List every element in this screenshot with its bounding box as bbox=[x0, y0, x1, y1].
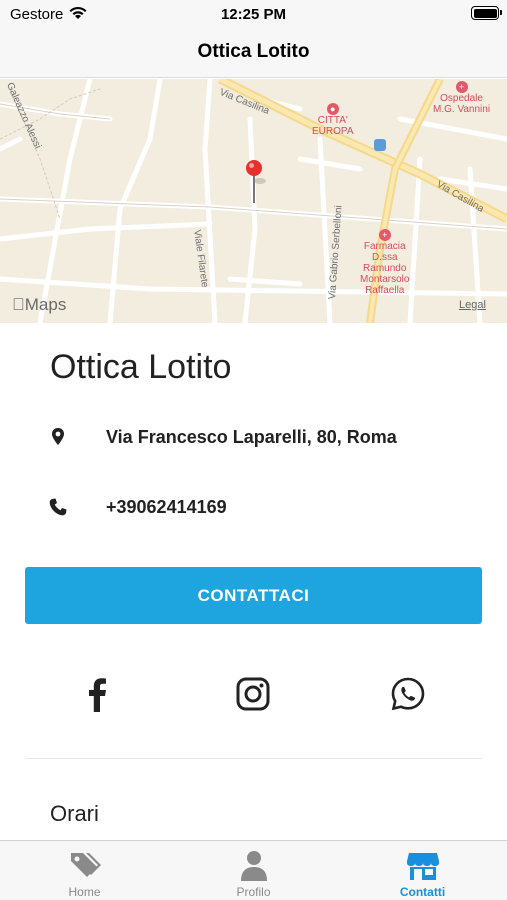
poi-label: Montarsolo bbox=[360, 274, 410, 285]
page-title: Ottica Lotito bbox=[197, 41, 310, 62]
poi-farmacia[interactable]: + Farmacia D.ssa Ramundo Montarsolo Raff… bbox=[360, 229, 409, 296]
address-text: Via Francesco Laparelli, 80, Roma bbox=[106, 427, 397, 447]
poi-label: Ospedale bbox=[440, 93, 483, 104]
contact-button[interactable]: CONTATTACI bbox=[25, 567, 482, 624]
store-name: Ottica Lotito bbox=[50, 348, 232, 386]
apple-maps-logo: Maps bbox=[12, 295, 66, 314]
poi-citta-europa[interactable]: ● CITTA' EUROPA bbox=[312, 103, 354, 137]
map-view[interactable]: Via Casilina Via Casilina Viale Filarete… bbox=[0, 79, 507, 323]
poi-label: EUROPA bbox=[312, 126, 354, 137]
poi-label: Raffaella bbox=[365, 285, 405, 296]
poi-label: Farmacia bbox=[363, 241, 406, 252]
tab-profile[interactable]: Profilo bbox=[169, 841, 338, 900]
person-icon bbox=[241, 851, 267, 881]
store-icon bbox=[407, 853, 439, 880]
phone-row[interactable]: +39062414169 bbox=[48, 493, 488, 523]
pharmacy-icon: + bbox=[378, 229, 391, 241]
address-row[interactable]: Via Francesco Laparelli, 80, Roma bbox=[48, 423, 488, 453]
tab-label: Profilo bbox=[236, 885, 271, 899]
tab-label: Contatti bbox=[399, 885, 446, 899]
poi-label: CITTA' bbox=[317, 115, 348, 126]
tab-contacts[interactable]: Contatti bbox=[338, 841, 507, 900]
battery-icon bbox=[471, 6, 502, 20]
poi-ospedale[interactable]: + Ospedale M.G. Vannini bbox=[433, 81, 490, 115]
map-pin-icon[interactable] bbox=[244, 159, 268, 207]
status-bar: Gestore 12:25 PM bbox=[0, 0, 507, 28]
hospital-icon: + bbox=[455, 81, 468, 93]
tab-bar: Home Profilo Contatti bbox=[0, 840, 507, 900]
hours-section-title: Orari bbox=[50, 801, 99, 826]
phone-text: +39062414169 bbox=[106, 497, 227, 517]
tags-icon bbox=[71, 853, 101, 877]
instagram-icon[interactable] bbox=[235, 676, 271, 712]
facebook-icon[interactable] bbox=[80, 676, 116, 712]
legal-link[interactable]: Legal bbox=[459, 299, 486, 311]
location-pin-icon bbox=[52, 428, 64, 445]
phone-icon bbox=[49, 498, 67, 516]
shopping-bag-icon: ● bbox=[326, 103, 339, 115]
section-divider bbox=[25, 758, 482, 759]
tab-home[interactable]: Home bbox=[0, 841, 169, 900]
poi-label: Ramundo bbox=[363, 263, 407, 274]
poi-label: D.ssa bbox=[371, 252, 398, 263]
navigation-bar: Ottica Lotito bbox=[0, 28, 507, 78]
tab-label: Home bbox=[68, 885, 101, 899]
clock: 12:25 PM bbox=[220, 6, 287, 23]
poi-label: M.G. Vannini bbox=[433, 104, 491, 115]
whatsapp-icon[interactable] bbox=[390, 676, 426, 712]
